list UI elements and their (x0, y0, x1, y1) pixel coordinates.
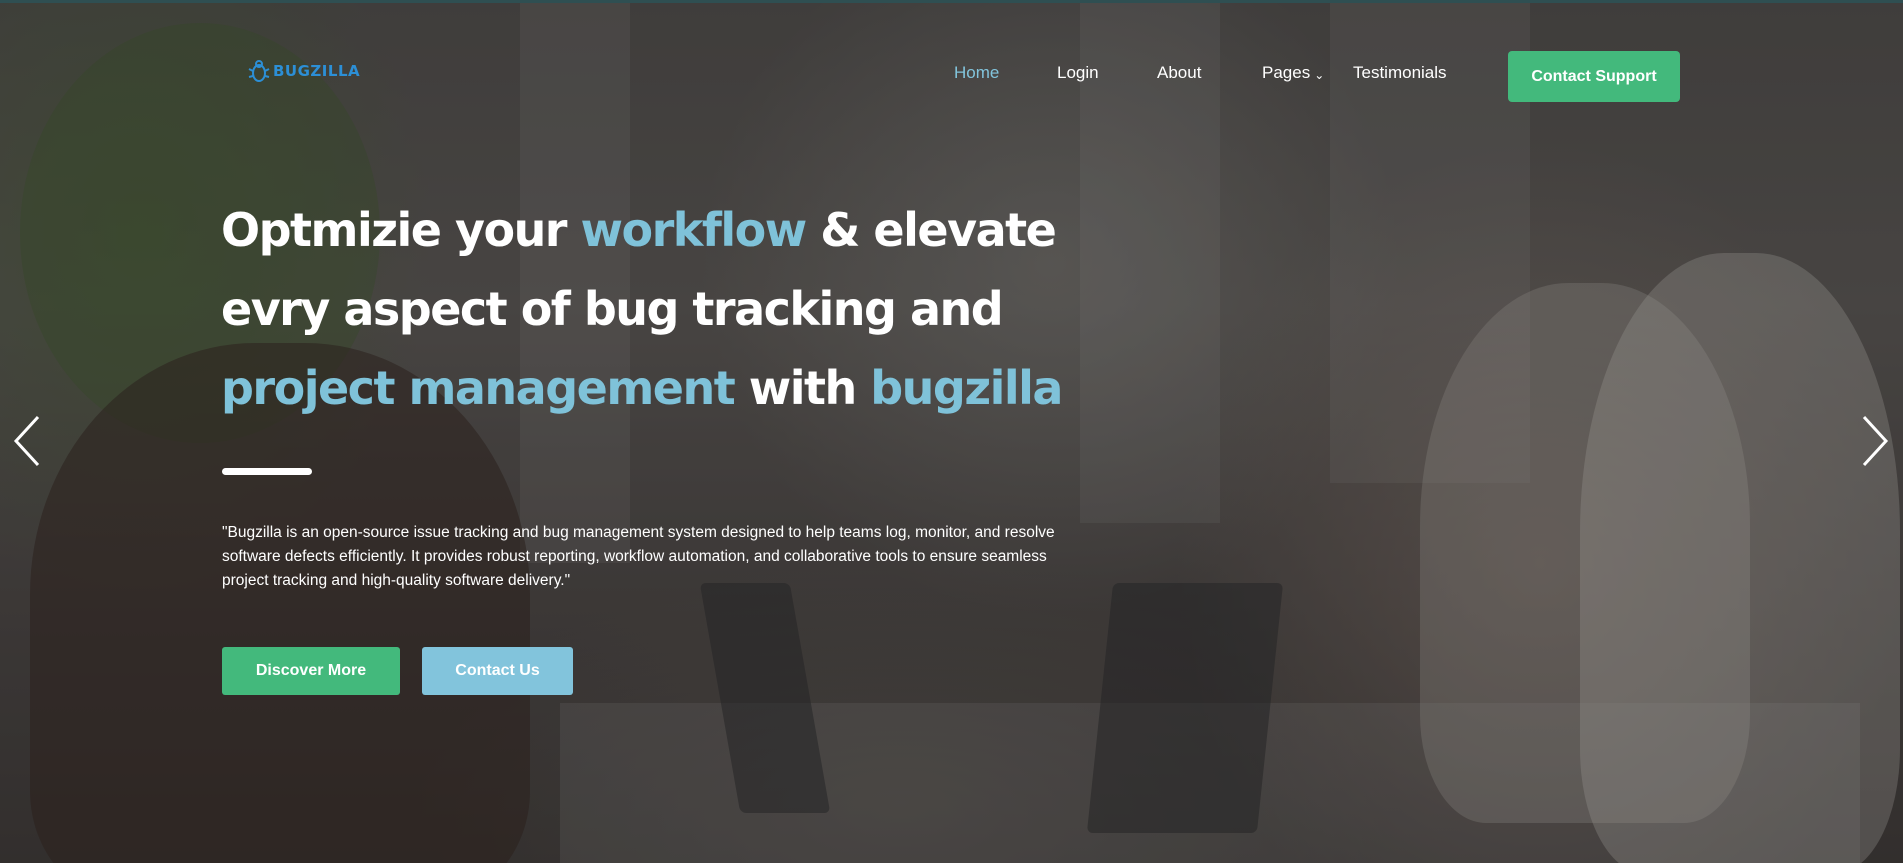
nav-testimonials[interactable]: Testimonials (1353, 63, 1447, 83)
headline-text: with (734, 361, 871, 415)
brand-name: BUGZILLA (273, 62, 361, 80)
nav-login[interactable]: Login (1057, 63, 1099, 83)
nav-pages-label: Pages (1262, 63, 1311, 82)
hero-headline: Optmizie your workflow & elevate evry as… (221, 191, 1141, 428)
hero-description: "Bugzilla is an open-source issue tracki… (222, 524, 1055, 589)
headline-divider (222, 468, 312, 475)
nav-pages[interactable]: Pages ⌄ (1262, 63, 1324, 83)
discover-more-button[interactable]: Discover More (222, 647, 400, 695)
chevron-left-icon (13, 415, 40, 467)
carousel-next-button[interactable] (1858, 413, 1892, 469)
dark-overlay (0, 3, 1903, 863)
hero-section: BUGZILLA Home Login About Pages ⌄ Testimo… (0, 0, 1903, 863)
chevron-right-icon (1862, 415, 1889, 467)
chevron-down-icon: ⌄ (1314, 68, 1325, 82)
nav-about[interactable]: About (1157, 63, 1201, 83)
nav-home[interactable]: Home (954, 63, 999, 83)
headline-highlight: project management (221, 361, 736, 415)
headline-highlight: workflow (580, 203, 808, 257)
headline-highlight: bugzilla (870, 361, 1063, 415)
brand-logo[interactable]: BUGZILLA (248, 59, 360, 83)
bug-icon (248, 60, 270, 82)
headline-text: Optmizie your (221, 203, 581, 257)
carousel-prev-button[interactable] (10, 413, 44, 469)
contact-us-button[interactable]: Contact Us (422, 647, 573, 695)
contact-support-button[interactable]: Contact Support (1508, 51, 1680, 102)
